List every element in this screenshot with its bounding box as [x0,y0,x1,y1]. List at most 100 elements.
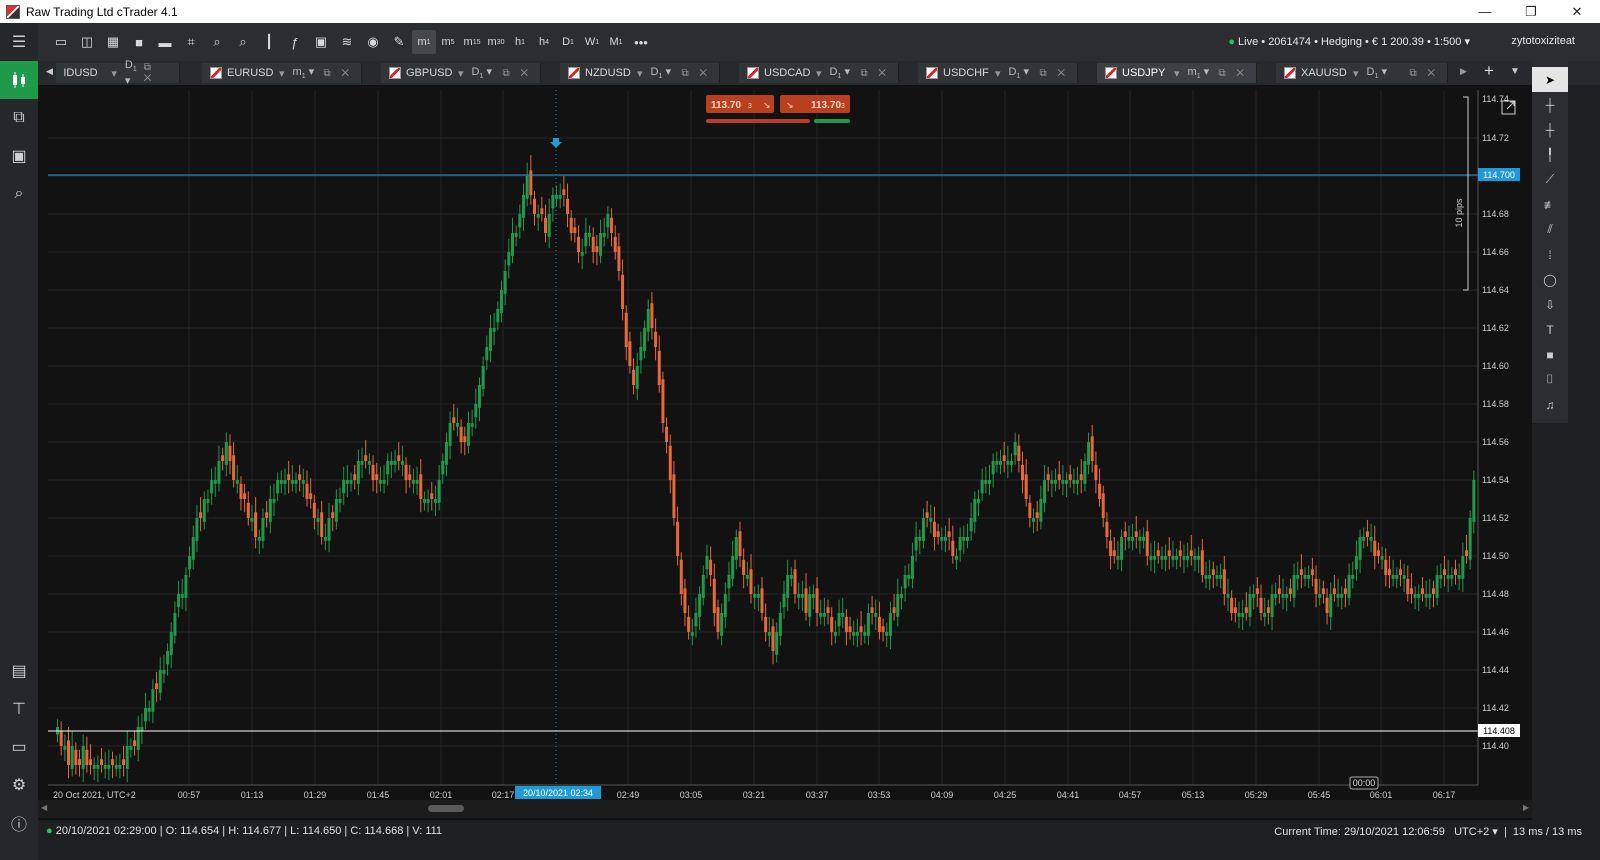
arrow-tool-icon[interactable]: ⇩ [1532,292,1568,317]
tabs-scroll-right-icon[interactable]: ▶ [1460,66,1467,77]
timeframe-h1[interactable]: h1 [508,30,532,54]
layers-icon[interactable]: ≋ [335,30,359,54]
tab-symbol-caret-icon[interactable]: ▾ [816,67,822,80]
tab-symbol-caret-icon[interactable]: ▾ [1353,67,1359,80]
zoom-in-icon[interactable]: ⌕ [205,30,229,54]
tab-idusd[interactable]: IDUSD ▾ D1 ▾ ⧉ ✕ [56,59,180,87]
tab-usdcad[interactable]: USDCAD ▾ D1 ▾ ⧉ ✕ [739,63,899,83]
timezone-selector[interactable]: UTC+2 [1454,826,1489,838]
tab-usdjpy[interactable]: USDJPY ▾ m1 ▾ ⧉ ✕ [1097,63,1257,83]
wallet-icon[interactable]: ▭ [0,728,38,766]
candle-body [496,309,500,323]
tab-timeframe[interactable]: D1 ▾ [830,65,850,80]
candle-body [1252,594,1256,598]
tab-controls-icon[interactable]: ⧉ ✕ [144,62,171,84]
tab-usdchf[interactable]: USDCHF ▾ D1 ▾ ⧉ ✕ [918,63,1078,83]
tab-timeframe[interactable]: D1 ▾ [472,65,492,80]
tab-controls-icon[interactable]: ⧉ ✕ [502,68,532,79]
tab-xauusd[interactable]: XAUUSD ▾ D1 ▾ ⧉ ✕ [1276,63,1448,83]
channel-tool-icon[interactable]: ⫽ [1532,217,1568,242]
timeframe-M1[interactable]: M1 [604,30,628,54]
tab-nzdusd[interactable]: NZDUSD ▾ D1 ▾ ⧉ ✕ [560,63,720,83]
close-button[interactable]: ✕ [1554,0,1600,23]
maximize-button[interactable]: ❐ [1508,0,1554,23]
tab-symbol-caret-icon[interactable]: ▾ [995,67,1001,80]
single-chart-icon[interactable]: ◫ [75,30,99,54]
tab-symbol-caret-icon[interactable]: ▾ [1174,67,1180,80]
tabs-scroll-left-icon[interactable]: ◀ [46,66,53,77]
indicators-icon[interactable]: ƒ [283,30,307,54]
account-info[interactable]: ● Live • 2061474 • Hedging • € 1 200.39 … [1228,35,1470,48]
tab-controls-icon[interactable]: ⧉ ✕ [323,68,353,79]
tab-controls-icon[interactable]: ⧉ ✕ [681,68,711,79]
minimize-button[interactable]: — [1462,0,1508,23]
layouts-icon[interactable]: ⊤ [0,690,38,728]
automate-app-icon[interactable]: ▣ [0,137,38,175]
chart-area[interactable]: 114.72114.70114.68114.66114.64114.62114.… [38,85,1532,820]
tab-timeframe[interactable]: m1 ▾ [1188,65,1210,80]
rectangle-tool-icon[interactable]: ■ [1532,342,1568,367]
add-tab-icon[interactable]: + [1484,61,1494,81]
tab-timeframe[interactable]: D1 ▾ [1009,65,1029,80]
tab-timeframe[interactable]: D1 ▾ [125,59,144,86]
drawing-tools-icon[interactable]: ✎ [387,30,411,54]
tab-controls-icon[interactable]: ⧉ ✕ [860,68,890,79]
bots-icon[interactable]: ▣ [309,30,333,54]
eye-icon[interactable]: ◉ [361,30,385,54]
timeframe-m30[interactable]: m 30 [484,30,508,54]
trendline-tool-icon[interactable]: ⟋ [1532,167,1568,192]
tab-symbol-caret-icon[interactable]: ▾ [458,67,464,80]
tab-timeframe[interactable]: m1 ▾ [293,65,315,80]
tab-controls-icon[interactable]: ⧉ ✕ [1039,68,1069,79]
fib-retracement-icon[interactable]: ⁞ [1532,242,1568,267]
crosshair-icon[interactable]: ┼ [1532,92,1568,117]
more-options-icon[interactable]: ••• [629,30,653,54]
timeframe-m5[interactable]: m5 [436,30,460,54]
alert-bell-icon[interactable]: ♫ [1532,392,1568,417]
tabs-menu-icon[interactable]: ▼ [1510,66,1520,77]
tab-timeframe[interactable]: D1 ▾ [1367,65,1387,80]
cursor-icon[interactable]: ➤ [1532,67,1568,92]
text-tool-icon[interactable]: T [1532,317,1568,342]
timeframe-m1[interactable]: m1 [412,30,436,54]
username[interactable]: zytotoxiziteat [1511,35,1575,47]
timeframe-D1[interactable]: D1 [556,30,580,54]
timeframe-m15[interactable]: m 15 [460,30,484,54]
zoom-out-icon[interactable]: ⌕ [231,30,255,54]
briefcase-icon[interactable]: ▤ [0,652,38,690]
settings-gear-icon[interactable]: ⚙ [0,766,38,804]
trade-app-icon[interactable] [0,61,38,99]
candle-body [166,651,170,665]
chart-mode-icon[interactable]: ▭ [49,30,73,54]
analyze-app-icon[interactable]: ⌕ [0,175,38,213]
horizontal-line-tool-icon[interactable]: ┼ [1532,117,1568,142]
tab-symbol-caret-icon[interactable]: ▾ [111,67,117,80]
scrollbar-thumb[interactable] [428,805,464,812]
candle-body [602,233,606,237]
price-chart[interactable]: 114.72114.70114.68114.66114.64114.62114.… [38,85,1532,820]
crosshair-settings-icon[interactable]: ⌗ [179,30,203,54]
timeframe-W1[interactable]: W1 [580,30,604,54]
sell-arrow-icon: ↘ [763,100,771,110]
tab-eurusd[interactable]: EURUSD ▾ m1 ▾ ⧉ ✕ [202,63,362,83]
candle-body [382,480,386,484]
tab-symbol-caret-icon[interactable]: ▾ [279,67,285,80]
menu-icon[interactable]: ☰ [0,23,38,61]
ellipse-tool-icon[interactable]: ◯ [1532,267,1568,292]
tab-controls-icon[interactable]: ⧉ ✕ [1409,68,1439,79]
tab-gbpusd[interactable]: GBPUSD ▾ D1 ▾ ⧉ ✕ [381,63,541,83]
snapshot-camera-icon[interactable]: ⌷ [1532,367,1568,392]
copy-app-icon[interactable]: ⧉ [0,99,38,137]
free-chart-icon[interactable]: ■ [127,30,151,54]
tiled-chart-icon[interactable]: ▬ [153,30,177,54]
help-icon[interactable]: ⓘ [0,804,38,842]
multi-chart-icon[interactable]: ▦ [101,30,125,54]
horizontal-scrollbar[interactable]: ◀ ▶ [38,800,1532,818]
tab-controls-icon[interactable]: ⧉ ✕ [1218,68,1248,79]
timeframe-h4[interactable]: h4 [532,30,556,54]
tab-timeframe[interactable]: D1 ▾ [651,65,671,80]
fibonacci-tool-icon[interactable]: ≢ [1532,192,1568,217]
candlestick-type-icon[interactable]: ┃ [257,30,281,54]
tab-symbol-caret-icon[interactable]: ▾ [637,67,643,80]
vertical-line-tool-icon[interactable]: ╿ [1532,142,1568,167]
